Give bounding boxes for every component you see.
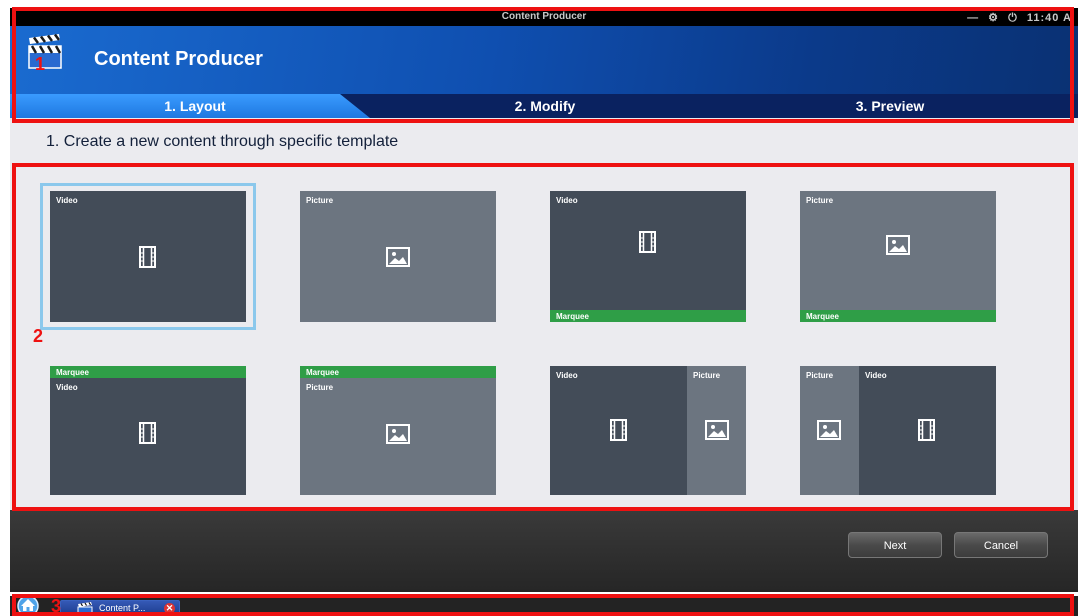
video-label: Video	[56, 383, 78, 392]
tab-preview[interactable]: 3. Preview	[710, 94, 1070, 118]
template-picture[interactable]: Picture	[300, 191, 496, 322]
film-icon	[639, 231, 656, 253]
annotation-number-3: 3	[51, 596, 62, 616]
template-video-picture[interactable]: Video Picture	[550, 366, 746, 495]
film-icon	[918, 419, 935, 441]
picture-label: Picture	[806, 371, 834, 380]
picture-pane: Picture	[800, 366, 859, 495]
clapperboard-icon	[26, 32, 66, 72]
app-header: Content Producer	[10, 26, 1078, 94]
video-label: Video	[865, 371, 887, 380]
next-button[interactable]: Next	[848, 532, 942, 558]
image-icon	[705, 420, 729, 440]
window-controls: — ⚙ ⏻ 11:40 A	[962, 11, 1072, 25]
film-icon	[139, 422, 156, 444]
close-icon[interactable]: ✕	[164, 603, 175, 614]
image-icon	[817, 420, 841, 440]
marquee-label: Marquee	[806, 312, 839, 321]
tab-modify[interactable]: 2. Modify	[380, 94, 710, 118]
steps-tabbar: 1. Layout 2. Modify 3. Preview	[10, 94, 1078, 118]
template-picture-video[interactable]: Picture Video	[800, 366, 996, 495]
taskbar-item-content-producer[interactable]: Content P... ✕	[60, 600, 180, 616]
window-title: Content Producer	[501, 11, 587, 22]
image-icon	[386, 247, 410, 267]
gear-icon[interactable]: ⚙	[988, 12, 999, 24]
clapperboard-icon	[77, 602, 93, 615]
annotation-number-2: 2	[33, 326, 44, 346]
home-icon[interactable]	[16, 594, 40, 616]
picture-label: Picture	[693, 371, 721, 380]
video-pane: Video	[550, 366, 687, 495]
film-icon	[139, 246, 156, 268]
image-icon	[386, 424, 410, 444]
picture-pane: Picture	[687, 366, 746, 495]
video-label: Video	[556, 196, 578, 205]
film-icon	[610, 419, 627, 441]
clock-text: 11:40 A	[1026, 12, 1072, 24]
video-pane: Video	[50, 366, 246, 495]
template-video[interactable]: Video	[50, 191, 246, 322]
marquee-bar: Marquee	[50, 366, 246, 378]
template-picture-marquee[interactable]: Picture Marquee	[800, 191, 996, 322]
picture-pane: Picture	[300, 366, 496, 495]
picture-label: Picture	[306, 383, 334, 392]
picture-pane: Picture	[800, 191, 996, 322]
video-pane: Video	[50, 191, 246, 322]
marquee-label: Marquee	[556, 312, 589, 321]
template-marquee-video[interactable]: Video Marquee	[50, 366, 246, 495]
marquee-bar: Marquee	[300, 366, 496, 378]
tab-layout[interactable]: 1. Layout	[10, 94, 370, 118]
taskbar-item-label: Content P...	[99, 603, 146, 613]
instruction-text: 1. Create a new content through specific…	[46, 133, 399, 150]
tab-preview-label: 3. Preview	[855, 98, 925, 114]
video-label: Video	[556, 371, 578, 380]
picture-pane: Picture	[300, 191, 496, 322]
picture-label: Picture	[306, 196, 334, 205]
video-label: Video	[56, 196, 78, 205]
image-icon	[886, 235, 910, 255]
picture-label: Picture	[806, 196, 834, 205]
marquee-bar: Marquee	[550, 310, 746, 322]
power-icon[interactable]: ⏻	[1008, 12, 1018, 24]
app-title: Content Producer	[94, 48, 263, 70]
tab-modify-label: 2. Modify	[514, 98, 576, 114]
template-video-marquee[interactable]: Video Marquee	[550, 191, 746, 322]
tab-layout-label: 1. Layout	[164, 98, 226, 114]
minimize-icon[interactable]: —	[967, 12, 979, 24]
template-marquee-picture[interactable]: Picture Marquee	[300, 366, 496, 495]
video-pane: Video	[550, 191, 746, 322]
video-pane: Video	[859, 366, 996, 495]
annotation-number-1: 1	[35, 54, 46, 74]
marquee-label: Marquee	[306, 368, 339, 377]
marquee-bar: Marquee	[800, 310, 996, 322]
cancel-button[interactable]: Cancel	[954, 532, 1048, 558]
marquee-label: Marquee	[56, 368, 89, 377]
